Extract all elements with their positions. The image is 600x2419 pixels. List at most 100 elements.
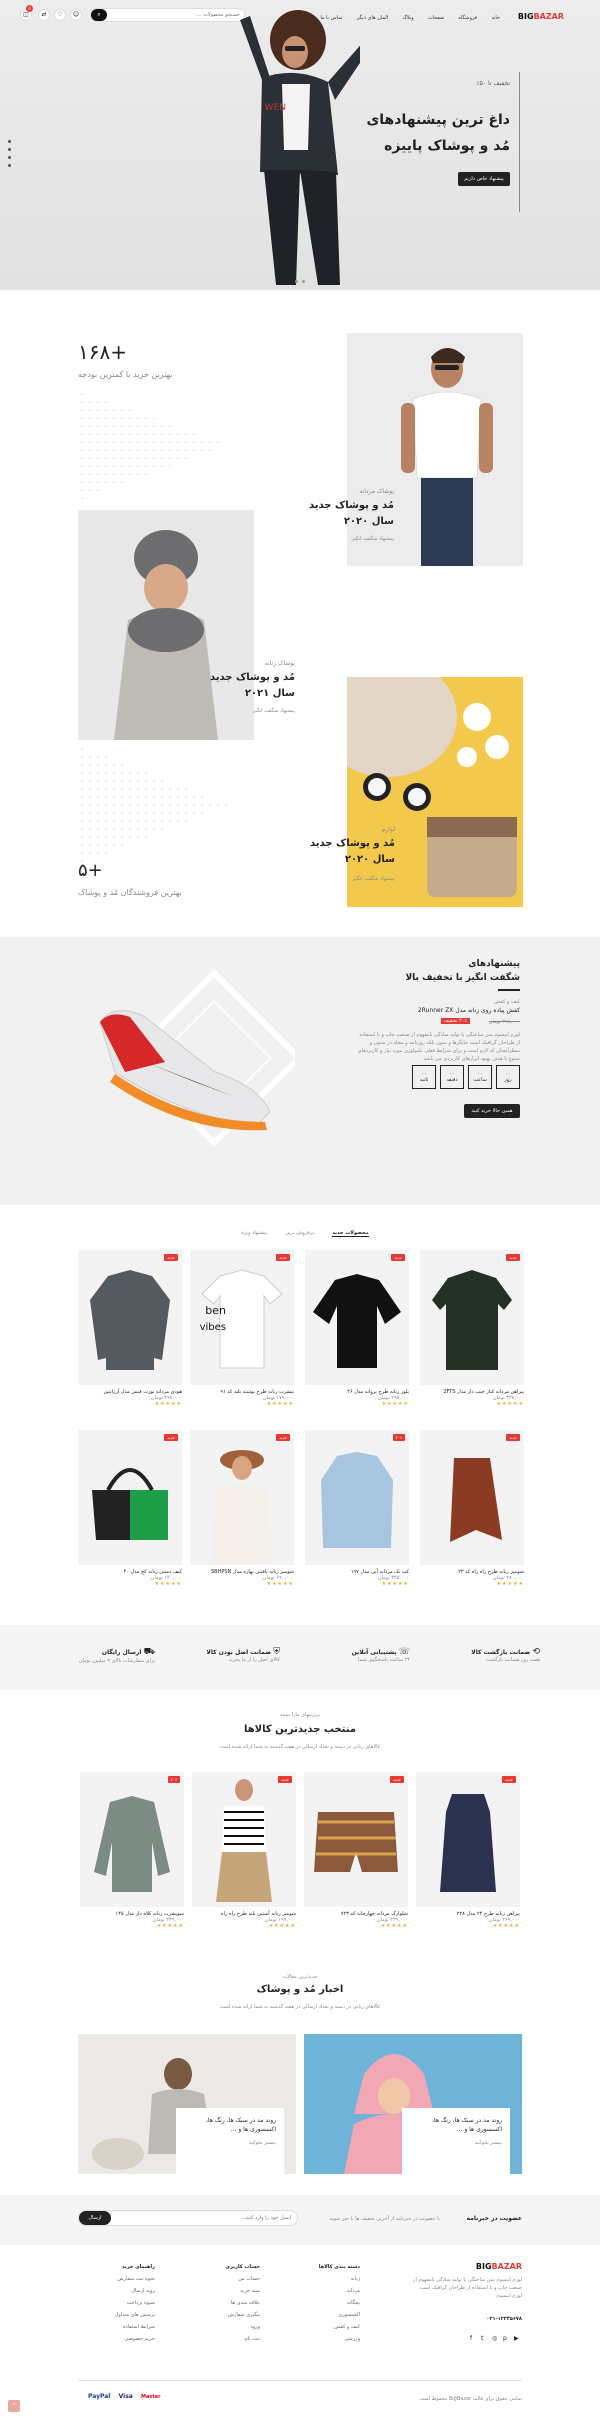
promo-link[interactable]: پیشنهاد شگفت انگیز xyxy=(253,708,295,714)
slider-dot[interactable] xyxy=(8,164,11,167)
product-tag: ۲۰٪ xyxy=(167,1776,180,1783)
footer-link[interactable]: ثبت نام xyxy=(190,2336,260,2342)
countdown: ۰۰ روز۰۰ ساعت۰۰ دقیقه۰۰ ثانیه xyxy=(408,1065,520,1089)
tab-special[interactable]: پیشنهاد ویژه xyxy=(241,1230,267,1236)
newsletter-email-input[interactable] xyxy=(111,2211,291,2225)
footer-link[interactable]: حریم خصوصی xyxy=(85,2336,155,2342)
tab-new[interactable]: محصولات جدید xyxy=(332,1230,369,1237)
promo-title: سال ۲۰۲۰ xyxy=(344,854,395,865)
svg-text:WEN: WEN xyxy=(265,103,286,113)
stat-label: بهترین خرید با کمترین بودجه xyxy=(78,370,173,379)
payment-methods: PayPal Visa Master xyxy=(88,2392,161,2400)
footer-column-title: حساب کاربری xyxy=(225,2264,260,2270)
blog-read-more[interactable]: بیشتر بخوانید xyxy=(410,2140,502,2146)
deal-title: شگفت انگیز با تخفیف بالا xyxy=(405,973,520,983)
nav-blog[interactable]: وبلاگ xyxy=(402,15,413,21)
mastercard-icon: Master xyxy=(141,2394,161,2400)
product-image xyxy=(432,1270,512,1370)
nav-elements[interactable]: المان های دیگر xyxy=(357,15,388,21)
paypal-icon: PayPal xyxy=(88,2393,111,2400)
deal-product-name[interactable]: کفش پیاده روی زنانه مدل 2Runner ZX xyxy=(418,1007,520,1014)
newsletter-submit-button[interactable]: ارسال xyxy=(79,2211,111,2225)
rating-stars: ★★★★★ xyxy=(496,1401,524,1407)
twitter-icon[interactable]: t xyxy=(481,2335,489,2343)
newsletter-title: عضویت در خبرنامه xyxy=(466,2215,522,2222)
footer-column: دسته بندی کالاها زنانه مردانه بچگانه اکسسور… xyxy=(290,2264,360,2348)
stat-value: ۱۶۸+ xyxy=(78,340,127,364)
deal-cta-button[interactable]: همین حالا خرید کنید xyxy=(464,1104,520,1118)
product-card[interactable]: جدید بلوز زنانه طرح پروانه مدل ۴۶ ۲۹۸,۰۰… xyxy=(305,1250,409,1407)
slider-dot[interactable] xyxy=(8,140,11,143)
footer-link[interactable]: سبد خرید xyxy=(190,2288,260,2294)
product-card[interactable]: جدید شومیز زنانه بافتنی بهاره مدل SBHPSN… xyxy=(190,1430,294,1587)
nav-pages[interactable]: صفحات xyxy=(428,15,444,21)
blog-card[interactable]: روند مد در سبک ها، رنگ ها، اکسسوری ها و … xyxy=(304,2034,522,2174)
footer-link[interactable]: کیف و کفش xyxy=(290,2324,360,2330)
stat-label: بهترین فروشندگان مُد و پوشاک xyxy=(78,888,182,897)
product-card[interactable]: ۲۰٪ کت تک مردانه آبی مدل ۱۹۷ ۳۴۵,۰۰۰ توم… xyxy=(305,1430,409,1587)
footer-link[interactable]: علاقه مندی ها xyxy=(190,2300,260,2306)
product-card[interactable]: جدید پیراهن مردانه کنار جیب دار مدل 2FTS… xyxy=(420,1250,524,1407)
footer-column-title: راهنمای خرید xyxy=(121,2264,155,2270)
heart-icon[interactable]: ♡ xyxy=(54,9,66,21)
truck-icon: ⛟ xyxy=(143,1647,155,1657)
product-card[interactable]: جدید شومیز زنانه طرح راه راه کد ۲۳ ۲۸۰,۰… xyxy=(420,1430,524,1587)
svg-text:vibes: vibes xyxy=(200,1322,226,1333)
pinterest-icon[interactable]: p xyxy=(503,2335,511,2343)
product-card[interactable]: جدید شومیز زنانه آستین بلند طرح راه راه … xyxy=(192,1772,296,1929)
youtube-icon[interactable]: ▶ xyxy=(514,2335,522,2343)
slider-dot[interactable] xyxy=(8,156,11,159)
footer-link[interactable]: رویه ارسال xyxy=(85,2288,155,2294)
footer-link[interactable]: مردانه xyxy=(290,2288,360,2294)
footer-link[interactable]: حساب من xyxy=(190,2276,260,2282)
compare-icon[interactable]: ⇄ xyxy=(38,9,50,21)
footer-link[interactable]: ورود xyxy=(190,2324,260,2330)
rating-stars: ★★★★★ xyxy=(492,1923,520,1929)
footer-link[interactable]: پیگیری سفارش xyxy=(190,2312,260,2318)
promo-link[interactable]: پیشنهاد شگفت انگیز xyxy=(353,876,395,882)
footer-link[interactable]: شیوه پرداخت xyxy=(85,2300,155,2306)
nav-home[interactable]: خانه xyxy=(491,15,500,21)
product-image xyxy=(216,1779,272,1902)
nav-shop[interactable]: فروشگاه xyxy=(458,15,477,21)
scroll-top-button[interactable]: ⌃ xyxy=(8,2400,20,2412)
footer-link[interactable]: شرایط استفاده xyxy=(85,2324,155,2330)
hero-title-line1: داغ ترین پیشنهادهای xyxy=(366,112,510,128)
footer-link[interactable]: نحوه ثبت سفارش xyxy=(85,2276,155,2282)
footer-link[interactable]: پرسش های متداول xyxy=(85,2312,155,2318)
blog-read-more[interactable]: بیشتر بخوانید xyxy=(184,2140,276,2146)
logo[interactable]: BIGBAZAR xyxy=(518,12,564,21)
product-card[interactable]: ۲۰٪ سویشرت زنانه کلاه دار مدل ۱۴۵ ۲۳۹,۰۰… xyxy=(80,1772,184,1929)
rating-stars: ★★★★★ xyxy=(156,1923,184,1929)
product-card[interactable]: جدید ben vibes تیشرت زنانه طرح نوشته بلند… xyxy=(190,1250,294,1407)
product-image xyxy=(90,1270,170,1370)
promo-link[interactable]: پیشنهاد شگفت انگیز xyxy=(352,536,394,542)
hero-cta-button[interactable]: پیشنهاد خاص داریم xyxy=(458,172,510,186)
promo-man-image xyxy=(347,333,523,566)
user-icon[interactable]: ☺ xyxy=(70,9,82,21)
search-icon[interactable]: ⌕ xyxy=(91,9,107,21)
tab-bestseller[interactable]: پرفروش ترین xyxy=(285,1230,314,1236)
blog-title[interactable]: روند مد در سبک ها، رنگ ها، اکسسوری ها و … xyxy=(184,2116,276,2134)
blog-card[interactable]: روند مد در سبک ها، رنگ ها، اکسسوری ها و … xyxy=(78,2034,296,2174)
slider-dot[interactable] xyxy=(8,148,11,151)
slider-dot[interactable] xyxy=(302,280,305,283)
facebook-icon[interactable]: f xyxy=(470,2335,478,2343)
footer-logo[interactable]: BIGBAZAR xyxy=(476,2262,522,2271)
deal-title: پیشنهادهای xyxy=(468,959,520,969)
product-tag: جدید xyxy=(164,1254,178,1261)
product-card[interactable]: جدید پیراهن زنانه طرح ۲۴ مدل ۲۲۸ ۲۶۹,۰۰۰… xyxy=(416,1772,520,1929)
product-card[interactable]: جدید شلوارک مردانه چهارخانه کد ۷۲۳ ۲۳۹,۰… xyxy=(304,1772,408,1929)
instagram-icon[interactable]: ◎ xyxy=(492,2335,500,2343)
slider-dot[interactable] xyxy=(295,280,298,283)
copyright: تمامی حقوق برای قالب BigBazar محفوظ است xyxy=(419,2396,522,2402)
footer-link[interactable]: بچگانه xyxy=(290,2300,360,2306)
footer-link[interactable]: ورزشی xyxy=(290,2336,360,2342)
product-card[interactable]: جدید کیف دستی زنانه کج مدل ۴۰ ۱۴۰,۰۰۰ تو… xyxy=(78,1430,182,1587)
footer-link[interactable]: زنانه xyxy=(290,2276,360,2282)
sneaker-image xyxy=(99,968,295,1147)
product-card[interactable]: جدید هودی مردانه نورث فیس مدل آرژانتین ۴… xyxy=(78,1250,182,1407)
footer-link[interactable]: اکسسوری xyxy=(290,2312,360,2318)
product-tag: جدید xyxy=(278,1776,292,1783)
blog-title[interactable]: روند مد در سبک ها، رنگ ها، اکسسوری ها و … xyxy=(410,2116,502,2134)
